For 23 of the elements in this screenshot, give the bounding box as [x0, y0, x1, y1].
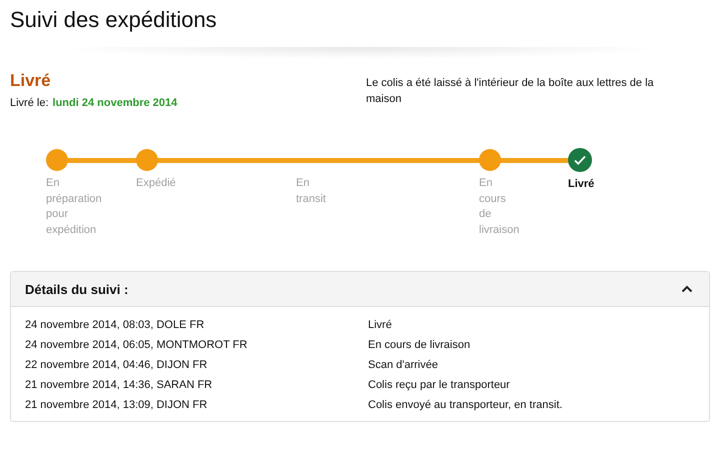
caret-icon	[681, 285, 693, 293]
step-label: En préparation pour expédition	[46, 176, 103, 238]
step-label: Expédié	[136, 176, 177, 191]
event-description: Livré	[368, 319, 393, 331]
event-time-place: 24 novembre 2014, 08:03, DOLE FR	[25, 319, 206, 331]
step-label: En cours de livraison	[479, 176, 520, 238]
event-description: Colis envoyé au transporteur, en transit.	[368, 399, 564, 411]
event-time-place: 21 novembre 2014, 13:09, DIJON FR	[25, 399, 208, 411]
event-time-place: 22 novembre 2014, 04:46, DIJON FR	[25, 359, 208, 371]
event-description: Scan d'arrivée	[368, 359, 439, 371]
event-description: En cours de livraison	[368, 339, 472, 351]
step-label: Livré	[568, 177, 596, 192]
event-time-place: 21 novembre 2014, 14:36, SARAN FR	[25, 379, 214, 391]
details-title: Détails du suivi :	[25, 282, 128, 296]
page-title: Suivi des expéditions	[9, 6, 218, 34]
delivery-note: Le colis a été laissé à l'intérieur de la boîte aux lettres de la maison	[366, 76, 655, 107]
step-label: En transit	[296, 176, 327, 206]
delivery-status: Livré	[10, 71, 52, 91]
delivery-date: lundi 24 novembre 2014	[52, 97, 178, 109]
date-label: Livré le:	[10, 97, 49, 109]
event-time-place: 24 novembre 2014, 06:05, MONTMOROT FR	[25, 339, 248, 351]
collapse-toggle[interactable]	[679, 283, 695, 295]
event-description: Colis reçu par le transporteur	[368, 379, 511, 391]
